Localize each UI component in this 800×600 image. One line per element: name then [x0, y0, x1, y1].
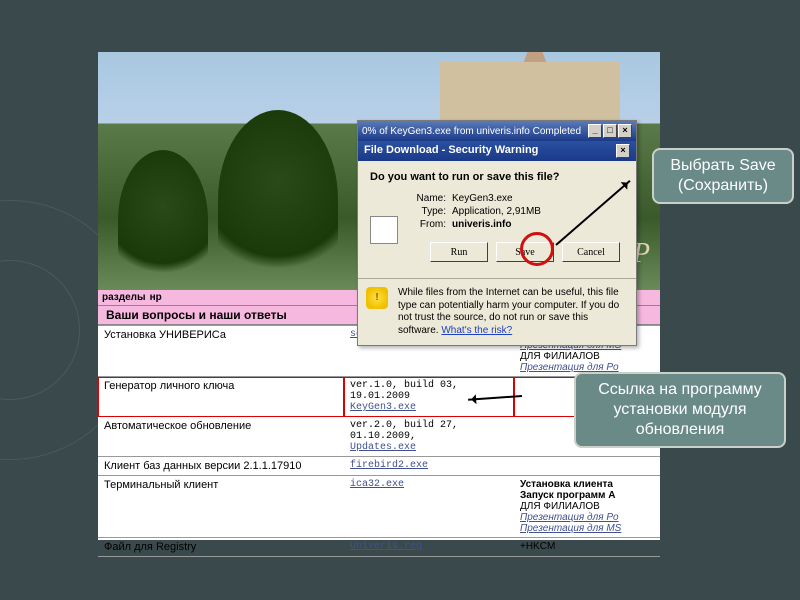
- row-notes: +HKCM: [514, 538, 660, 557]
- row-name: Установка УНИВЕРИСа: [98, 326, 344, 377]
- close-button[interactable]: ×: [618, 124, 632, 138]
- file-link[interactable]: Univeris.reg: [350, 541, 422, 552]
- security-warning: ! While files from the Internet can be u…: [358, 278, 636, 345]
- callout-save: Выбрать Save (Сохранить): [652, 148, 794, 204]
- file-link[interactable]: Updates.exe: [350, 442, 416, 453]
- file-icon: [370, 216, 398, 244]
- run-button[interactable]: Run: [430, 242, 488, 262]
- cancel-button[interactable]: Cancel: [562, 242, 620, 262]
- type-value: Application, 2,91MB: [452, 206, 541, 217]
- progress-titlebar[interactable]: 0% of KeyGen3.exe from univeris.info Com…: [358, 121, 636, 141]
- risk-link[interactable]: What's the risk?: [441, 325, 512, 336]
- table-row: Файл для Registry Univeris.reg +HKCM: [98, 538, 660, 557]
- tabs-label: разделы: [102, 292, 146, 303]
- name-label: Name:: [406, 193, 446, 204]
- table-row: Терминальный клиент ica32.exe Установка …: [98, 476, 660, 538]
- row-name: Файл для Registry: [98, 538, 344, 557]
- file-link[interactable]: KeyGen3.exe: [350, 402, 416, 413]
- row-name: Генератор личного ключа: [98, 377, 344, 417]
- file-link[interactable]: ica32.exe: [350, 479, 404, 490]
- maximize-button[interactable]: □: [603, 124, 617, 138]
- table-row: Клиент баз данных версии 2.1.1.17910 fir…: [98, 457, 660, 476]
- dialog-title: File Download - Security Warning: [364, 144, 538, 158]
- version-text: ver.1.0, build 03, 19.01.2009: [350, 380, 458, 402]
- dialog-question: Do you want to run or save this file?: [370, 171, 624, 183]
- minimize-button[interactable]: _: [588, 124, 602, 138]
- version-text: ver.2.0, build 27, 01.10.2009,: [350, 420, 458, 442]
- save-button[interactable]: Save: [496, 242, 554, 262]
- from-value: univeris.info: [452, 219, 511, 230]
- download-dialog: 0% of KeyGen3.exe from univeris.info Com…: [357, 120, 637, 346]
- warning-icon: !: [366, 287, 388, 309]
- row-name: Автоматическое обновление: [98, 417, 344, 457]
- name-value: KeyGen3.exe: [452, 193, 513, 204]
- file-link[interactable]: firebird2.exe: [350, 460, 428, 471]
- type-label: Type:: [406, 206, 446, 217]
- from-label: From:: [406, 219, 446, 230]
- row-name: Терминальный клиент: [98, 476, 344, 538]
- callout-link: Ссылка на программу установки модуля обн…: [574, 372, 786, 448]
- dialog-titlebar[interactable]: File Download - Security Warning ×: [358, 141, 636, 161]
- row-notes: Установка клиента Запуск программ A ДЛЯ …: [514, 476, 660, 538]
- progress-title: 0% of KeyGen3.exe from univeris.info Com…: [362, 126, 587, 137]
- row-name: Клиент баз данных версии 2.1.1.17910: [98, 457, 344, 476]
- tabs-extra: нр: [150, 292, 162, 303]
- dialog-close-button[interactable]: ×: [616, 144, 630, 158]
